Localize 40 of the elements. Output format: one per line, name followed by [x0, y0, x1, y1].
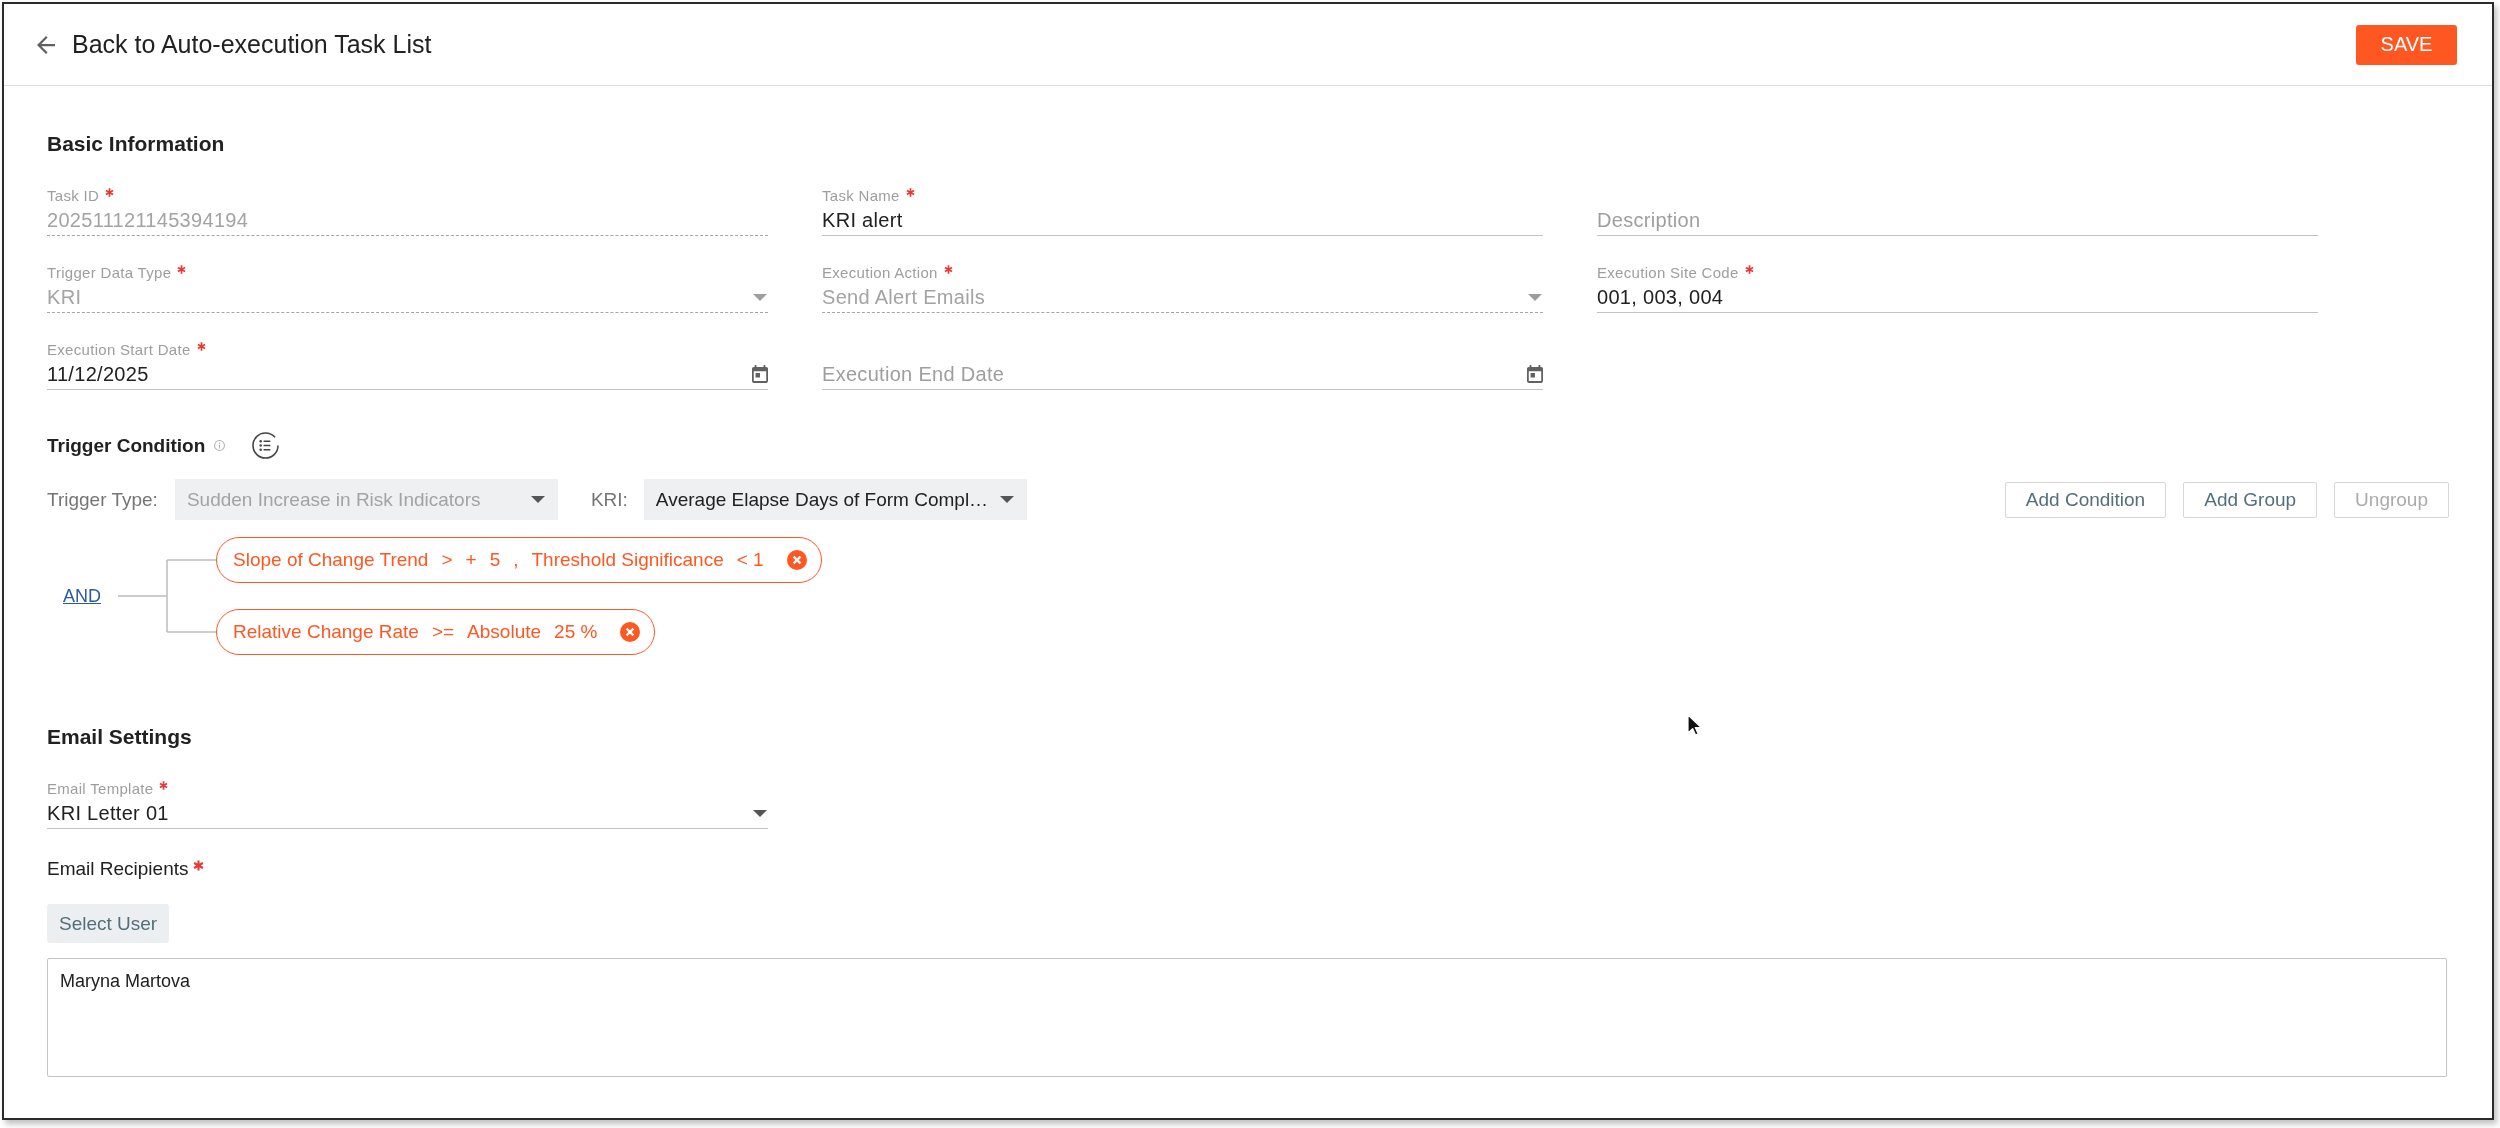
field-label: Task ID: [47, 187, 100, 205]
kri-select[interactable]: Average Elapse Days of Form Compl…: [643, 479, 1027, 520]
calendar-icon[interactable]: [1527, 365, 1543, 383]
text-field[interactable]: Description: [1597, 205, 2318, 236]
operator-link[interactable]: AND: [63, 585, 101, 607]
field-label: Task Name: [822, 187, 900, 205]
select-field[interactable]: KRI Letter 01: [47, 798, 768, 829]
field-label: Trigger Data Type: [47, 264, 172, 282]
field-label: KRI:: [590, 488, 628, 511]
select-user-button[interactable]: Select User: [47, 904, 170, 943]
section-title: Trigger Condition: [47, 434, 206, 457]
cursor-icon: [1687, 714, 1702, 736]
section-title: Basic Information: [47, 131, 225, 156]
field-label: Email Template: [47, 780, 154, 798]
caret-down-icon: [1528, 293, 1542, 301]
field-label: Email Recipients: [47, 857, 189, 880]
caret-down-icon: [753, 293, 767, 301]
field-label: Execution Site Code: [1597, 264, 1739, 282]
date-field[interactable]: 11/12/2025: [47, 359, 768, 390]
recipients-field[interactable]: Maryna Martova: [47, 958, 2447, 1077]
text-field[interactable]: 001, 003, 004: [1597, 282, 2318, 313]
date-field[interactable]: Execution End Date: [822, 359, 1543, 390]
back-arrow-icon: [37, 35, 55, 54]
list-icon[interactable]: [252, 432, 280, 459]
field-label: Execution Action: [822, 264, 938, 282]
remove-icon[interactable]: [620, 622, 641, 642]
field-label: Trigger Type:: [47, 488, 158, 511]
remove-icon[interactable]: [786, 550, 807, 570]
section-title: Email Settings: [47, 724, 192, 749]
text-field[interactable]: KRI alert: [822, 205, 1543, 236]
save-button[interactable]: SAVE: [2356, 24, 2457, 65]
calendar-icon[interactable]: [752, 365, 768, 383]
caret-down-icon: [999, 496, 1014, 503]
caret-down-icon: [753, 809, 767, 817]
back-link[interactable]: Back to Auto-execution Task List: [37, 30, 432, 59]
condition-button[interactable]: Add Condition: [2004, 481, 2167, 518]
info-icon: [214, 440, 226, 451]
condition-button[interactable]: Add Group: [2183, 481, 2318, 518]
caret-down-icon: [530, 496, 545, 503]
field-label: Execution Start Date: [47, 341, 191, 359]
